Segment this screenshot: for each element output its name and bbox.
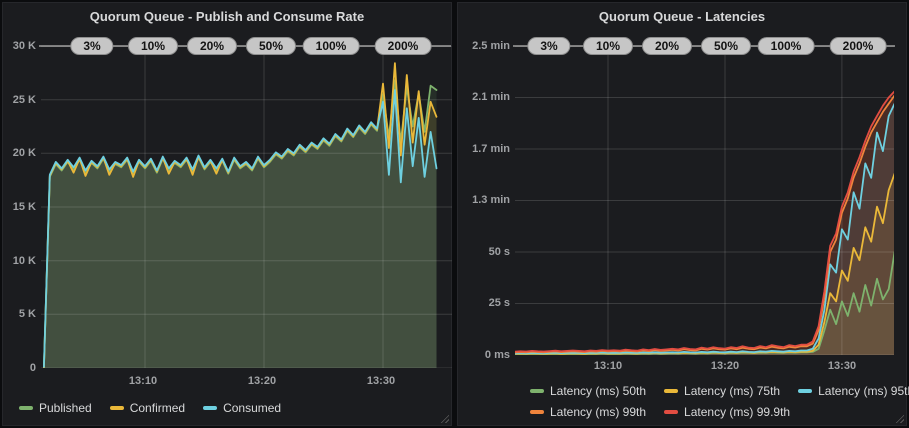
latencies-chart-area[interactable] [515, 46, 894, 355]
legend-label: Latency (ms) 95th [818, 384, 909, 398]
legend-item-latency-75th[interactable]: Latency (ms) 75th [664, 384, 780, 398]
consumed-swatch-icon [203, 406, 217, 410]
legend-label: Latency (ms) 99.9th [684, 405, 790, 419]
legend-label: Confirmed [130, 401, 185, 415]
y-axis-tick: 30 K [3, 40, 36, 52]
latency-99th-swatch-icon [530, 410, 544, 414]
load-annotation-10pct[interactable]: 10% [128, 37, 178, 55]
x-axis-tick: 13:30 [367, 375, 395, 387]
panel-resize-handle-icon[interactable] [440, 414, 449, 423]
latency-95th-swatch-icon [798, 389, 812, 393]
legend-item-latency-50th[interactable]: Latency (ms) 50th [530, 384, 646, 398]
y-axis-tick: 2.1 min [458, 91, 510, 103]
x-axis-tick: 13:10 [594, 360, 622, 372]
load-annotation-50pct[interactable]: 50% [246, 37, 296, 55]
y-axis-tick: 2.5 min [458, 40, 510, 52]
legend-label: Latency (ms) 99th [550, 405, 646, 419]
y-axis-tick: 1.3 min [458, 194, 510, 206]
publish-consume-chart-area[interactable] [41, 46, 452, 368]
legend-label: Consumed [223, 401, 281, 415]
legend-row-2: Latency (ms) 99th Latency (ms) 99.9th [530, 405, 790, 419]
y-axis-tick: 25 s [458, 297, 510, 309]
x-axis-tick: 13:10 [129, 375, 157, 387]
y-axis-tick: 50 s [458, 246, 510, 258]
load-annotation-100pct[interactable]: 100% [303, 37, 360, 55]
latency-75th-swatch-icon [664, 389, 678, 393]
legend-label: Published [39, 401, 92, 415]
confirmed-swatch-icon [110, 406, 124, 410]
y-axis-tick: 1.7 min [458, 143, 510, 155]
legend-row-1: Latency (ms) 50th Latency (ms) 75th Late… [530, 384, 909, 398]
y-axis-tick: 0 ms [458, 349, 510, 361]
legend-item-consumed[interactable]: Consumed [203, 401, 281, 415]
load-annotation-200pct[interactable]: 200% [830, 37, 887, 55]
y-axis-tick: 20 K [3, 147, 36, 159]
latency-99-9th-swatch-icon [664, 410, 678, 414]
legend-item-confirmed[interactable]: Confirmed [110, 401, 185, 415]
load-annotation-3pct[interactable]: 3% [70, 37, 113, 55]
publish-consume-chart [41, 46, 452, 368]
x-axis-tick: 13:20 [248, 375, 276, 387]
y-axis-tick: 25 K [3, 94, 36, 106]
legend-label: Latency (ms) 75th [684, 384, 780, 398]
legend-item-published[interactable]: Published [19, 401, 92, 415]
legend-item-latency-99-9th[interactable]: Latency (ms) 99.9th [664, 405, 790, 419]
panel-latencies: Quorum Queue - Latencies 3% 10% 20% 50% … [457, 2, 907, 426]
panel-resize-handle-icon[interactable] [895, 414, 904, 423]
legend-item-latency-95th[interactable]: Latency (ms) 95th [798, 384, 909, 398]
y-axis-tick: 0 [3, 362, 36, 374]
legend: Published Confirmed Consumed [19, 401, 281, 415]
load-annotation-20pct[interactable]: 20% [187, 37, 237, 55]
load-annotation-3pct[interactable]: 3% [527, 37, 570, 55]
legend-label: Latency (ms) 50th [550, 384, 646, 398]
load-annotation-100pct[interactable]: 100% [758, 37, 815, 55]
latencies-chart [515, 46, 894, 355]
load-annotation-50pct[interactable]: 50% [701, 37, 751, 55]
panel-title[interactable]: Quorum Queue - Latencies [458, 9, 906, 24]
y-axis-tick: 15 K [3, 201, 36, 213]
y-axis-tick: 10 K [3, 255, 36, 267]
latency-50th-swatch-icon [530, 389, 544, 393]
y-axis-tick: 5 K [3, 308, 36, 320]
load-annotation-200pct[interactable]: 200% [375, 37, 432, 55]
load-annotation-20pct[interactable]: 20% [642, 37, 692, 55]
published-swatch-icon [19, 406, 33, 410]
panel-publish-consume-rate: Quorum Queue - Publish and Consume Rate … [2, 2, 452, 426]
panel-title[interactable]: Quorum Queue - Publish and Consume Rate [3, 9, 451, 24]
x-axis-tick: 13:20 [711, 360, 739, 372]
legend-item-latency-99th[interactable]: Latency (ms) 99th [530, 405, 646, 419]
load-annotation-10pct[interactable]: 10% [583, 37, 633, 55]
x-axis-tick: 13:30 [828, 360, 856, 372]
